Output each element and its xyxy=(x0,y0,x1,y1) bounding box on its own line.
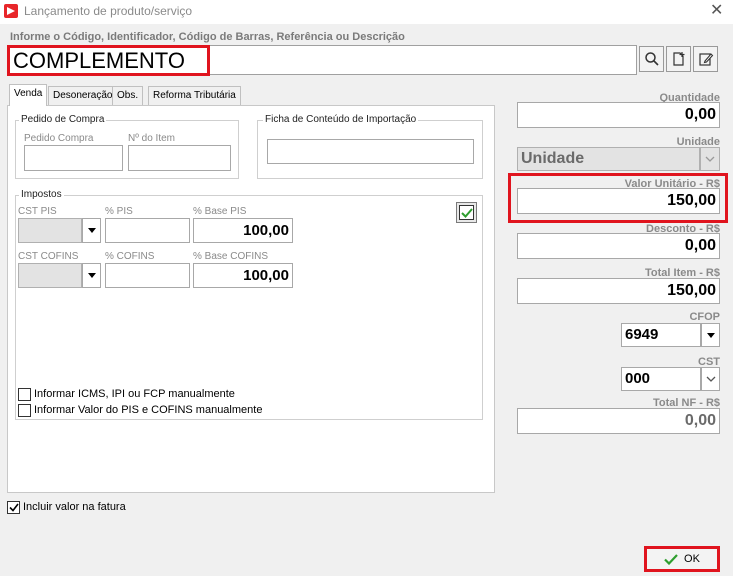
chevron-down-icon xyxy=(706,376,715,382)
tab-venda[interactable]: Venda xyxy=(9,84,48,106)
pedido-compra-label: Pedido Compra xyxy=(24,133,94,144)
chevron-down-icon xyxy=(705,156,715,162)
add-document-icon xyxy=(672,52,684,66)
tab-desoneracao[interactable]: Desoneração xyxy=(48,86,118,105)
cfop-dropdown-button[interactable] xyxy=(701,323,720,347)
search-input-value[interactable]: COMPLEMENTO xyxy=(7,45,210,76)
base-cofins-input[interactable]: 100,00 xyxy=(193,263,293,288)
ok-button[interactable]: OK xyxy=(644,546,720,572)
icms-manual-checkbox[interactable] xyxy=(18,388,31,401)
base-cofins-label: % Base COFINS xyxy=(193,251,269,262)
pct-cofins-input[interactable] xyxy=(105,263,190,288)
window-title: Lançamento de produto/serviço xyxy=(24,4,193,18)
pct-cofins-label: % COFINS xyxy=(105,251,155,262)
cst-pis-dropdown-button[interactable] xyxy=(82,218,101,243)
cst-select[interactable]: 000 xyxy=(621,367,701,391)
pedido-compra-title: Pedido de Compra xyxy=(19,114,107,125)
cst-cofins-label: CST COFINS xyxy=(18,251,79,262)
search-label: Informe o Código, Identificador, Código … xyxy=(10,31,405,43)
item-number-input[interactable] xyxy=(128,145,231,171)
unidade-dropdown-button[interactable] xyxy=(700,147,720,171)
app-logo-icon xyxy=(4,4,18,18)
incluir-fatura-checkbox[interactable] xyxy=(7,501,20,514)
cst-pis-label: CST PIS xyxy=(18,206,57,217)
total-item-input[interactable]: 150,00 xyxy=(517,278,720,304)
caret-down-icon xyxy=(87,273,96,278)
icms-manual-label: Informar ICMS, IPI ou FCP manualmente xyxy=(34,388,235,400)
edit-icon xyxy=(698,53,713,66)
base-pis-input[interactable]: 100,00 xyxy=(193,218,293,243)
cst-cofins-dropdown-button[interactable] xyxy=(82,263,101,288)
pis-cofins-manual-checkbox[interactable] xyxy=(18,404,31,417)
tab-obs[interactable]: Obs. xyxy=(112,86,144,105)
item-number-label: Nº do Item xyxy=(128,133,176,144)
pis-cofins-manual-label: Informar Valor do PIS e COFINS manualmen… xyxy=(34,404,263,416)
cfop-select[interactable]: 6949 xyxy=(621,323,701,347)
total-nf-input: 0,00 xyxy=(517,408,720,434)
valor-unitario-input[interactable]: 150,00 xyxy=(517,188,720,214)
cfop-label: CFOP xyxy=(689,311,720,323)
search-icon xyxy=(644,52,659,66)
pedido-compra-input[interactable] xyxy=(24,145,123,171)
close-icon[interactable]: ✕ xyxy=(710,2,723,20)
ok-button-label: OK xyxy=(684,553,700,565)
search-button[interactable] xyxy=(639,46,664,72)
cst-pis-select[interactable] xyxy=(18,218,82,243)
check-icon xyxy=(460,207,473,218)
quantidade-input[interactable]: 0,00 xyxy=(517,102,720,128)
ficha-importacao-input[interactable] xyxy=(267,139,474,164)
check-icon xyxy=(664,553,678,565)
unidade-select[interactable]: Unidade xyxy=(517,147,700,171)
confirm-taxes-button[interactable] xyxy=(456,202,477,223)
cst-cofins-select[interactable] xyxy=(18,263,82,288)
pct-pis-label: % PIS xyxy=(105,206,133,217)
base-pis-label: % Base PIS xyxy=(193,206,247,217)
edit-button[interactable] xyxy=(693,46,718,72)
check-icon xyxy=(8,503,19,512)
tab-reforma-tributaria[interactable]: Reforma Tributária xyxy=(148,86,241,105)
incluir-fatura-label: Incluir valor na fatura xyxy=(23,501,126,513)
pct-pis-input[interactable] xyxy=(105,218,190,243)
impostos-title: Impostos xyxy=(19,189,64,200)
ficha-importacao-title: Ficha de Conteúdo de Importação xyxy=(263,114,419,125)
desconto-input[interactable]: 0,00 xyxy=(517,233,720,259)
caret-down-icon xyxy=(87,228,96,233)
caret-down-icon xyxy=(706,332,715,338)
new-document-button[interactable] xyxy=(666,46,691,72)
cst-dropdown-button[interactable] xyxy=(701,367,720,391)
